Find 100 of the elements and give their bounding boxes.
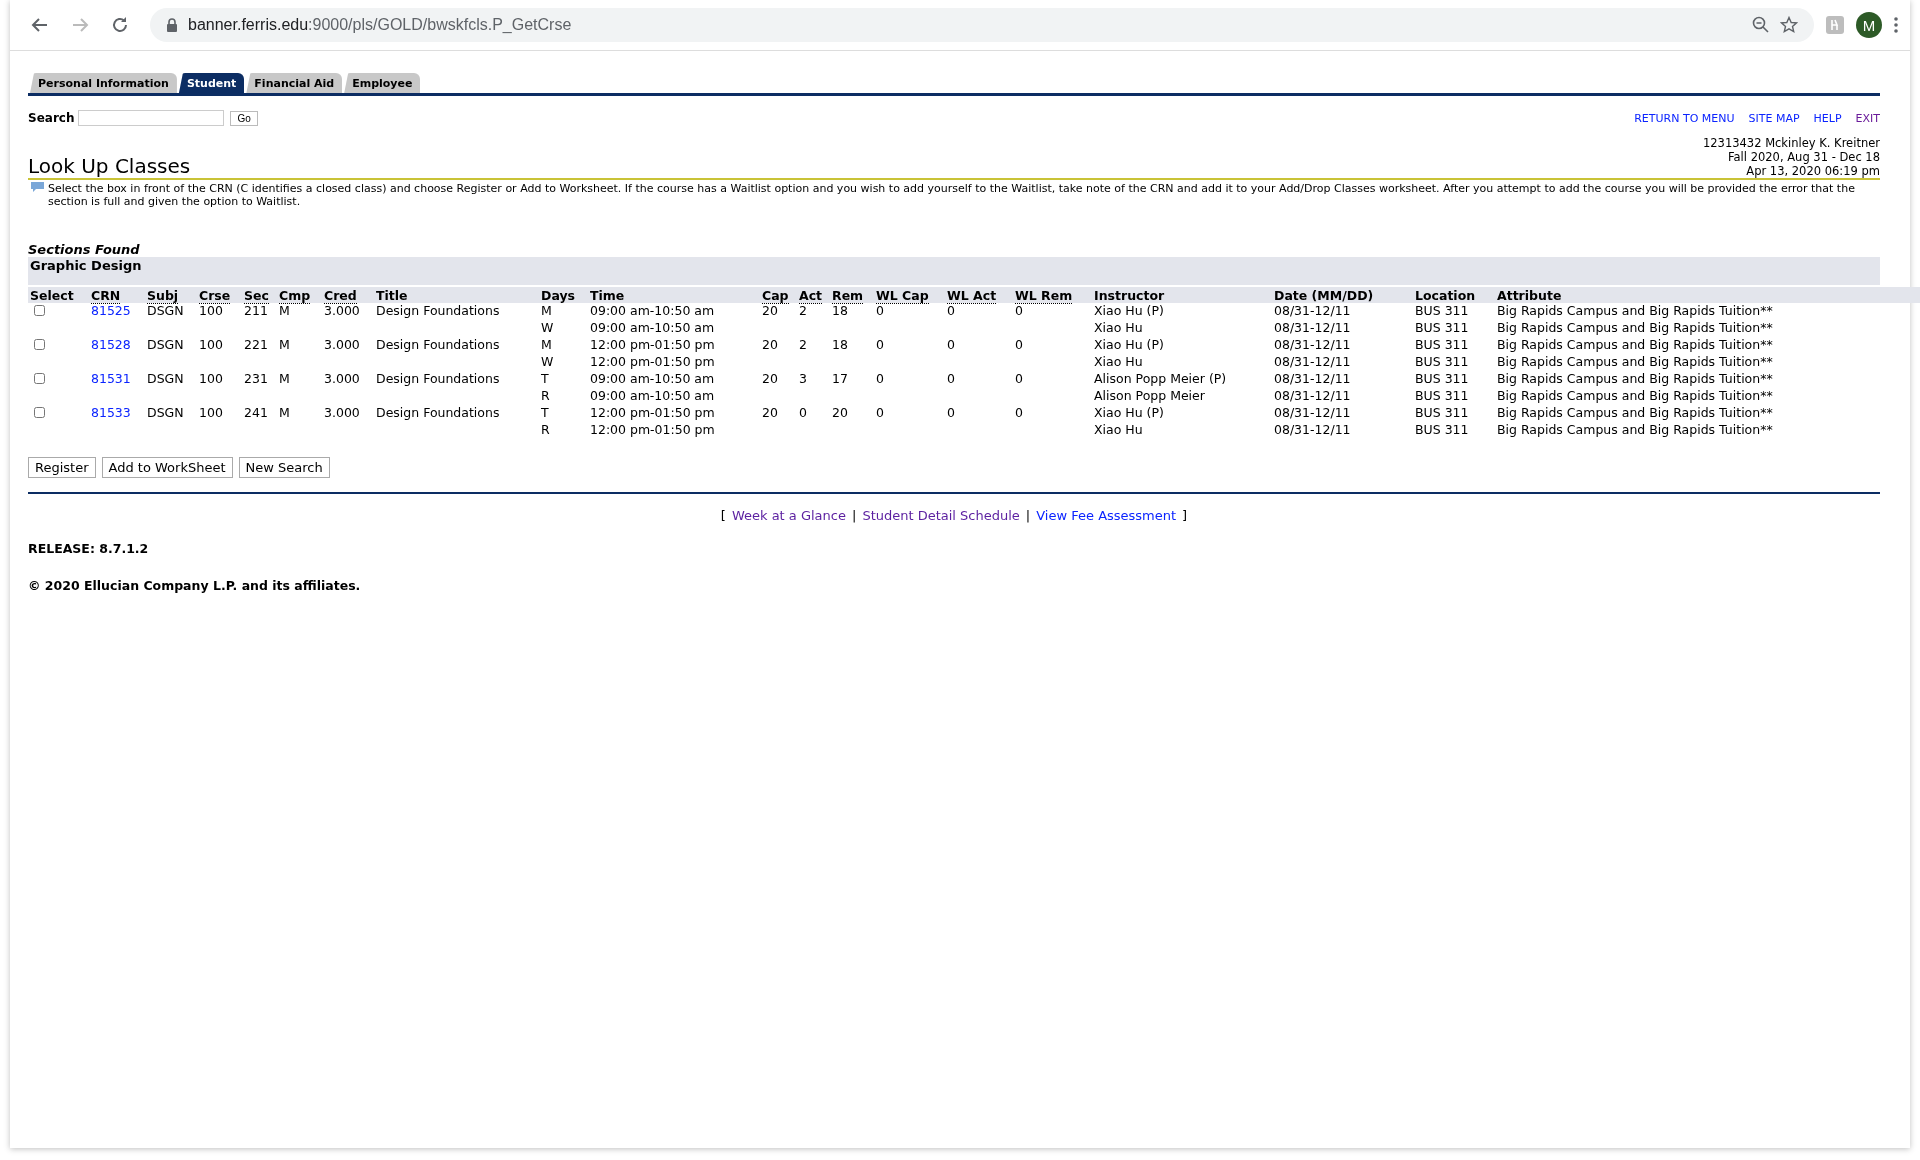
column-header: WL Cap	[874, 287, 945, 303]
menu-link[interactable]: RETURN TO MENU	[1634, 111, 1735, 125]
menu-link[interactable]: HELP	[1813, 111, 1842, 125]
table-cell: 12:00 pm-01:50 pm	[590, 422, 715, 437]
table-cell: 20	[832, 405, 848, 420]
table-cell: 100	[199, 303, 223, 318]
table-cell: 08/31-12/11	[1274, 337, 1351, 352]
table-cell: 08/31-12/11	[1274, 303, 1351, 318]
crn-link[interactable]: 81533	[91, 405, 131, 420]
select-checkbox[interactable]	[34, 305, 45, 316]
table-cell: 0	[876, 405, 884, 420]
crn-link[interactable]: 81528	[91, 337, 131, 352]
table-cell: 0	[947, 303, 955, 318]
sections-caption: Sections Found	[28, 242, 141, 257]
footer-link[interactable]: Week at a Glance	[731, 508, 846, 523]
table-cell: Xiao Hu (P)	[1094, 303, 1164, 318]
table-cell: 241	[244, 405, 268, 420]
table-cell: 08/31-12/11	[1274, 354, 1351, 369]
star-icon[interactable]	[1780, 16, 1798, 34]
table-cell: 0	[876, 337, 884, 352]
select-checkbox[interactable]	[34, 373, 45, 384]
table-cell: Big Rapids Campus and Big Rapids Tuition**	[1497, 303, 1773, 318]
profile-avatar[interactable]: M	[1856, 12, 1882, 38]
select-checkbox[interactable]	[34, 339, 45, 350]
column-header: WL Rem	[1013, 287, 1092, 303]
table-cell: T	[541, 405, 549, 420]
form-button[interactable]: Register	[28, 457, 96, 478]
address-bar[interactable]: banner.ferris.edu:9000/pls/GOLD/bwskfcls.P_GetCrse	[150, 8, 1814, 42]
table-cell: M	[279, 405, 290, 420]
more-menu-icon[interactable]	[1894, 17, 1898, 33]
table-cell: 3	[799, 371, 807, 386]
zoom-out-icon[interactable]	[1752, 16, 1770, 34]
column-header: Days	[539, 287, 588, 303]
url-host: banner.ferris.edu	[188, 16, 309, 34]
link-separator: |	[852, 508, 857, 523]
form-button[interactable]: Add to WorkSheet	[101, 457, 233, 478]
user-info-line: 12313432 Mckinley K. Kreitner	[1702, 136, 1880, 150]
table-cell: 20	[762, 371, 778, 386]
table-cell: 17	[832, 371, 848, 386]
bracket: [	[720, 508, 726, 523]
table-cell: 0	[876, 371, 884, 386]
table-cell: Xiao Hu	[1094, 320, 1143, 335]
table-cell: 0	[1015, 405, 1023, 420]
table-cell: 2	[799, 303, 807, 318]
page-title: Look Up Classes	[28, 154, 191, 178]
column-header: Attribute	[1495, 287, 1920, 303]
column-header: Title	[374, 287, 539, 303]
column-header: Date (MM/DD)	[1272, 287, 1413, 303]
select-checkbox[interactable]	[34, 407, 45, 418]
table-cell: DSGN	[147, 405, 184, 420]
column-header: Instructor	[1092, 287, 1272, 303]
table-cell: 3.000	[324, 337, 360, 352]
lock-icon	[166, 17, 178, 33]
nav-tab[interactable]: Employee	[344, 73, 421, 93]
table-cell: Big Rapids Campus and Big Rapids Tuition**	[1497, 388, 1773, 403]
table-cell: DSGN	[147, 303, 184, 318]
table-cell: M	[541, 337, 552, 352]
form-button[interactable]: New Search	[238, 457, 330, 478]
table-cell: 09:00 am-10:50 am	[590, 303, 715, 318]
table-cell: BUS 311	[1415, 303, 1469, 318]
table-cell: 09:00 am-10:50 am	[590, 320, 715, 335]
menu-link[interactable]: SITE MAP	[1748, 111, 1800, 125]
copyright-text: © 2020 Ellucian Company L.P. and its affiliates.	[28, 578, 362, 593]
table-cell: Big Rapids Campus and Big Rapids Tuition**	[1497, 354, 1773, 369]
table-cell: Design Foundations	[376, 371, 500, 386]
table-cell: BUS 311	[1415, 354, 1469, 369]
table-cell: M	[279, 303, 290, 318]
table-cell: Xiao Hu	[1094, 354, 1143, 369]
column-header: Cap	[760, 287, 797, 303]
crn-link[interactable]: 81531	[91, 371, 131, 386]
table-cell: 09:00 am-10:50 am	[590, 388, 715, 403]
nav-tab[interactable]: Personal Information	[30, 73, 177, 93]
footer-link[interactable]: View Fee Assessment	[1036, 508, 1177, 523]
nav-tab[interactable]: Financial Aid	[246, 73, 343, 93]
table-cell: 0	[947, 337, 955, 352]
footer-link[interactable]: Student Detail Schedule	[862, 508, 1020, 523]
table-cell: BUS 311	[1415, 337, 1469, 352]
table-cell: M	[541, 303, 552, 318]
column-header: Crse	[197, 287, 242, 303]
table-cell: 18	[832, 303, 848, 318]
search-field[interactable]	[78, 110, 225, 126]
table-cell: T	[541, 371, 549, 386]
menu-link[interactable]: EXIT	[1855, 111, 1880, 125]
table-cell: 12:00 pm-01:50 pm	[590, 405, 715, 420]
table-cell: 12:00 pm-01:50 pm	[590, 354, 715, 369]
table-cell: 0	[799, 405, 807, 420]
user-info-line: Fall 2020, Aug 31 - Dec 18	[1727, 150, 1880, 164]
crn-link[interactable]: 81525	[91, 303, 131, 318]
reload-icon[interactable]	[110, 15, 130, 35]
table-cell: Design Foundations	[376, 337, 500, 352]
table-cell: 09:00 am-10:50 am	[590, 371, 715, 386]
table-cell: Big Rapids Campus and Big Rapids Tuition**	[1497, 405, 1773, 420]
table-cell: 20	[762, 337, 778, 352]
column-header: Cmp	[277, 287, 322, 303]
go-button[interactable]: Go	[230, 110, 258, 126]
table-cell: 0	[1015, 303, 1023, 318]
table-cell: Xiao Hu (P)	[1094, 337, 1164, 352]
nav-tab[interactable]: Student	[178, 73, 245, 93]
subject-heading: Graphic Design	[28, 257, 1880, 285]
column-header: Act	[797, 287, 830, 303]
